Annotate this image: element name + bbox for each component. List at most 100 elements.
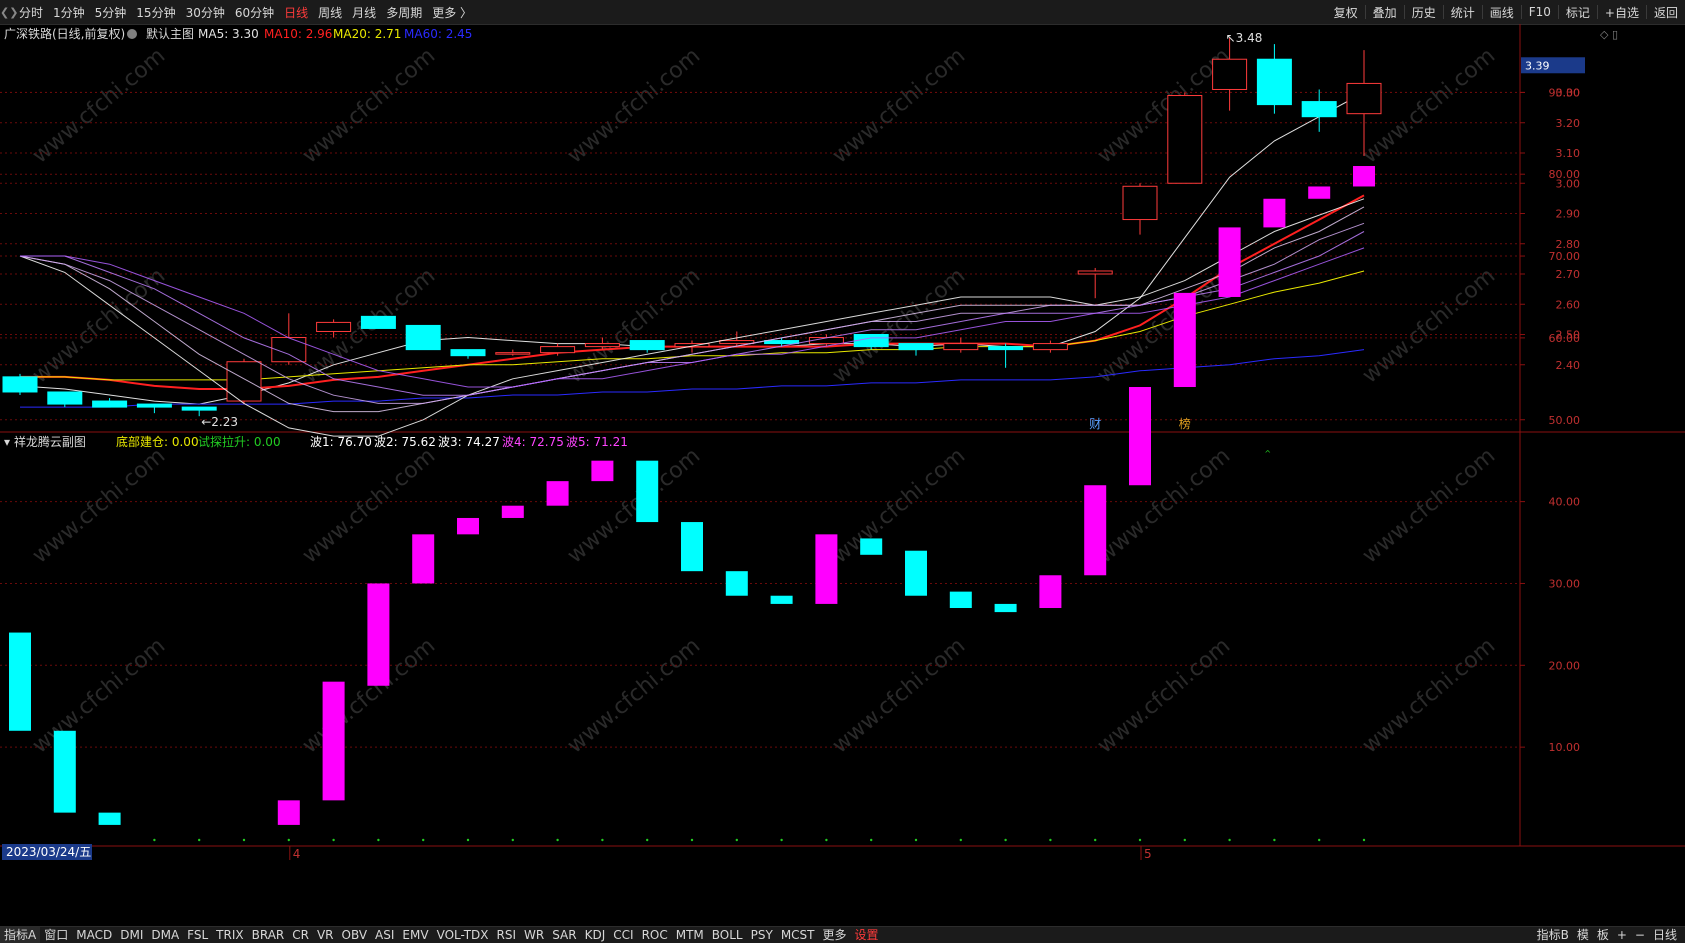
period-tab-9[interactable]: 多周期 (381, 4, 427, 21)
indicator-tab-22[interactable]: PSY (747, 927, 777, 943)
period-tab-5[interactable]: 60分钟 (230, 4, 279, 21)
toolbar-button-6[interactable]: 标记 (1561, 4, 1595, 21)
candle-body (1167, 95, 1203, 184)
indicator-right-tab-3[interactable]: + (1613, 927, 1631, 943)
indicator-tab-23[interactable]: MCST (777, 927, 819, 943)
indicator-tab-7[interactable]: BRAR (248, 927, 289, 943)
toolbar-button-0[interactable]: 复权 (1329, 4, 1363, 21)
candle-body (584, 343, 620, 348)
main-tick-label: 2.40 (1556, 359, 1581, 372)
toolbar-button-8[interactable]: 返回 (1649, 4, 1683, 21)
indicator-bar (98, 812, 121, 825)
indicator-tab-21[interactable]: BOLL (708, 927, 747, 943)
indicator-tab-25[interactable]: 设置 (851, 927, 883, 943)
indicator-right-tab-0[interactable]: 指标B (1533, 927, 1573, 943)
toolbar-button-7[interactable]: +自选 (1600, 4, 1644, 21)
period-tab-4[interactable]: 30分钟 (181, 4, 230, 21)
watermark-text: www.cfchi.com (828, 443, 970, 568)
indicator-tab-13[interactable]: VOL-TDX (433, 927, 493, 943)
ma-line-ma5 (19, 92, 1365, 405)
baseline-dot (914, 838, 918, 842)
watermark-text: www.cfchi.com (1358, 633, 1500, 758)
indicator-tab-15[interactable]: WR (520, 927, 548, 943)
indicator-right-tab-1[interactable]: 模 (1573, 927, 1593, 943)
indicator-tab-14[interactable]: RSI (493, 927, 521, 943)
period-tab-1[interactable]: 1分钟 (48, 4, 90, 21)
main-tick-label: 2.90 (1556, 208, 1581, 221)
moving-average-lines (19, 92, 1365, 408)
indicator-tab-20[interactable]: MTM (672, 927, 708, 943)
indicator-tab-2[interactable]: MACD (72, 927, 116, 943)
indicator-tab-16[interactable]: SAR (548, 927, 580, 943)
baseline-dot (1183, 838, 1187, 842)
toolbar-button-1[interactable]: 叠加 (1368, 4, 1402, 21)
indicator-bar (770, 595, 793, 604)
sub-tick-label: 10.00 (1549, 741, 1581, 754)
period-tab-8[interactable]: 月线 (347, 4, 381, 21)
candle-body (1077, 270, 1113, 275)
period-tab-6[interactable]: 日线 (279, 4, 313, 21)
indicator-tab-10[interactable]: OBV (338, 927, 372, 943)
indicator-right-tab-5[interactable]: 日线 (1649, 927, 1681, 943)
toolbar-button-5[interactable]: F10 (1524, 5, 1556, 19)
sub-legend-item-6: 波5: 71.21 (566, 435, 628, 449)
stock-title: 广深铁路(日线,前复权) (4, 26, 125, 41)
indicator-tab-18[interactable]: CCI (609, 927, 637, 943)
event-marker-finance: 财 (1089, 417, 1101, 431)
candle-body (1301, 101, 1337, 118)
candle-body (1212, 58, 1248, 90)
indicator-tab-bar: 指标A 窗口 MACD DMI DMA FSL TRIX BRAR CR VR OBV ASI EMV V… (0, 926, 1685, 943)
indicator-bar (1129, 387, 1151, 486)
indicator-tab-5[interactable]: FSL (183, 927, 212, 943)
indicator-tab-8[interactable]: CR (288, 927, 313, 943)
candle-body (136, 403, 172, 408)
indicator-tab-17[interactable]: KDJ (581, 927, 610, 943)
candle-body (898, 343, 934, 351)
period-tab-2[interactable]: 5分钟 (90, 4, 132, 21)
toolbar-separator (1645, 5, 1647, 19)
candle-body (92, 400, 128, 408)
indicator-bar (546, 481, 569, 506)
indicator-right-tab-2[interactable]: 板 (1593, 927, 1613, 943)
baseline-dot (332, 838, 335, 842)
period-tab-3[interactable]: 15分钟 (131, 4, 180, 21)
candle-body (629, 340, 665, 351)
ma5-label: MA5: 3.30 (198, 27, 259, 41)
indicator-tab-24[interactable]: 更多 (819, 927, 851, 943)
collapse-icon[interactable]: ❮❯ (0, 6, 18, 19)
indicator-bar (949, 591, 972, 609)
indicator-tabs: 指标A 窗口 MACD DMI DMA FSL TRIX BRAR CR VR OBV ASI EMV V… (0, 927, 883, 943)
indicator-tab-6[interactable]: TRIX (212, 927, 247, 943)
indicator-tab-12[interactable]: EMV (398, 927, 432, 943)
ma20-label: MA20: 2.71 (333, 27, 401, 41)
watermark-text: www.cfchi.com (28, 263, 170, 388)
baseline-dot (1273, 838, 1276, 842)
indicator-bar (367, 583, 390, 686)
baseline-dot (1362, 838, 1366, 842)
period-tab-10[interactable]: 更多 〉 (427, 4, 477, 21)
indicator-tab-4[interactable]: DMA (147, 927, 183, 943)
indicator-tab-1[interactable]: 窗口 (40, 927, 72, 943)
indicator-bar (681, 522, 703, 572)
candle-body (943, 343, 979, 351)
indicator-tab-11[interactable]: ASI (371, 927, 398, 943)
baseline-dot (1138, 838, 1142, 842)
kline-chart[interactable]: www.cfchi.com www.cfchi.com www.cfchi.com w… (0, 24, 1685, 926)
indicator-tab-19[interactable]: ROC (638, 927, 672, 943)
toolbar-button-2[interactable]: 历史 (1407, 4, 1441, 21)
indicator-tab-3[interactable]: DMI (116, 927, 147, 943)
indicator-right-tab-4[interactable]: − (1631, 927, 1649, 943)
watermark-text: www.cfchi.com (28, 443, 170, 568)
period-tab-0[interactable]: 分时 (14, 4, 48, 21)
indicator-tab-0[interactable]: 指标A (0, 927, 41, 943)
baseline-dot (153, 838, 156, 842)
candle-body (181, 406, 217, 411)
indicator-tab-9[interactable]: VR (313, 927, 338, 943)
baseline-dot (690, 838, 694, 842)
toolbar-button-4[interactable]: 画线 (1485, 4, 1519, 21)
indicator-bar (322, 681, 345, 801)
period-tab-7[interactable]: 周线 (313, 4, 347, 21)
month-label-1: 5 (1144, 847, 1152, 861)
toolbar-button-3[interactable]: 统计 (1446, 4, 1480, 21)
template-name: 默认主图 (146, 26, 194, 41)
